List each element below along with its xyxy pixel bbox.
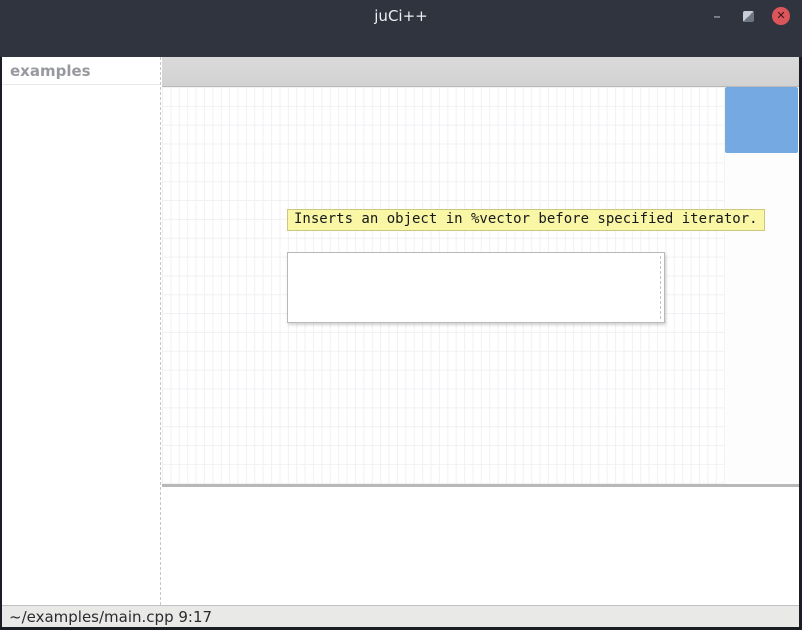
app-window: juCi++ – ✕ examples Inserts an object in…	[0, 0, 802, 630]
build-output-panel[interactable]	[162, 487, 799, 605]
close-button[interactable]: ✕	[772, 7, 790, 25]
menu-bar	[0, 32, 802, 57]
status-bar: ~/examples/main.cpp 9:17	[2, 605, 799, 627]
code-editor[interactable]: Inserts an object in %vector before spec…	[162, 87, 799, 484]
status-file-position: ~/examples/main.cpp 9:17	[9, 608, 212, 626]
project-name-header: examples	[2, 57, 160, 85]
editor-column: Inserts an object in %vector before spec…	[162, 57, 799, 605]
title-bar: juCi++ – ✕	[0, 0, 802, 32]
minimize-button[interactable]: –	[709, 7, 725, 25]
doc-tooltip: Inserts an object in %vector before spec…	[287, 209, 765, 231]
main-area: examples Inserts an object in %vector be…	[2, 57, 799, 605]
maximize-icon[interactable]	[743, 11, 754, 22]
window-controls: – ✕	[709, 0, 790, 32]
minimap[interactable]	[725, 87, 799, 484]
completion-popup	[287, 252, 665, 323]
minimap-viewport[interactable]	[725, 87, 798, 153]
tab-bar	[162, 57, 799, 87]
window-title: juCi++	[0, 7, 802, 25]
window-border-left	[0, 57, 2, 630]
file-tree-sidebar: examples	[2, 57, 160, 605]
